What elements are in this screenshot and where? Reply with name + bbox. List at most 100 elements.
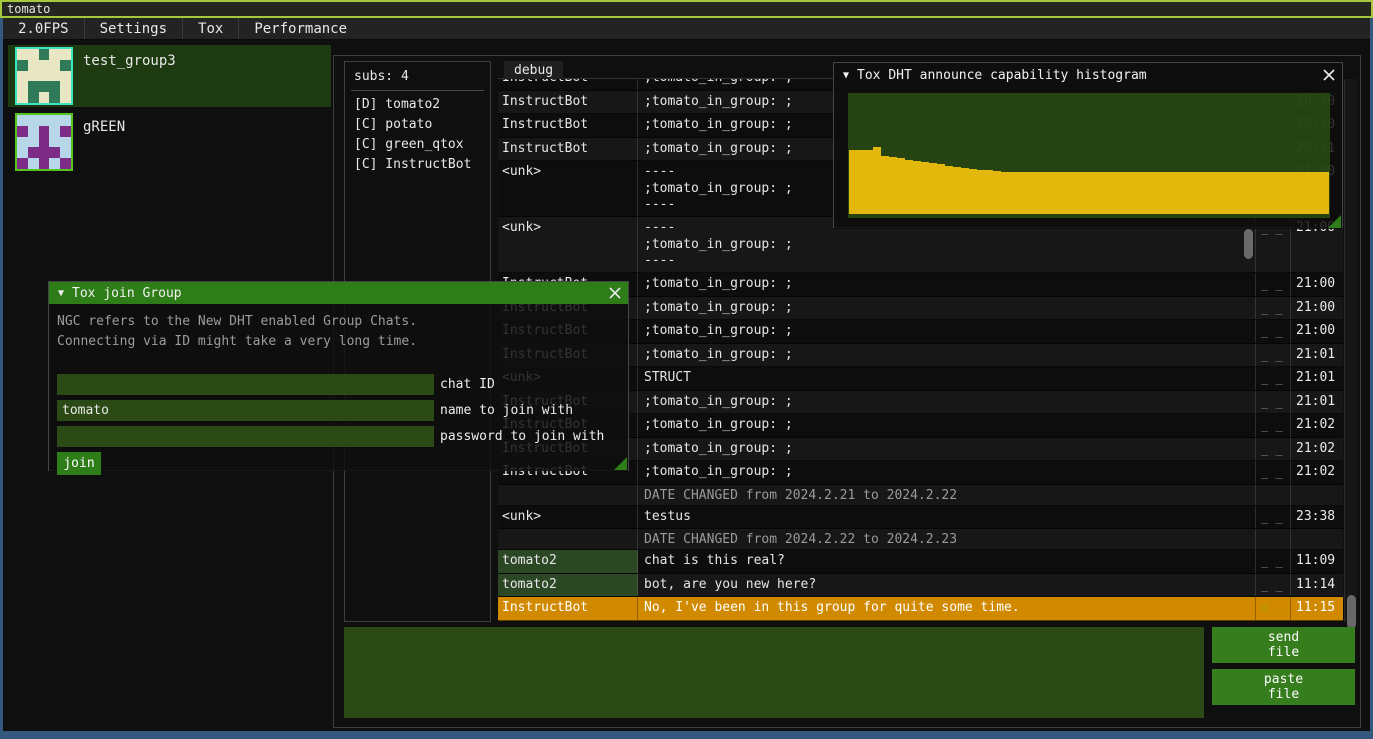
avatar-pixel <box>60 126 71 137</box>
avatar-pixel <box>17 49 28 60</box>
tab-debug[interactable]: debug <box>504 61 563 81</box>
sender-name-cell: InstructBot <box>498 79 638 90</box>
menu-item-settings[interactable]: Settings <box>84 18 182 39</box>
input-field-chat-ID[interactable] <box>57 374 434 395</box>
input-field-password-to-join-with[interactable] <box>57 426 434 447</box>
sender-name-cell: <unk> <box>498 161 638 216</box>
sender-name-cell <box>498 529 638 549</box>
message-row[interactable]: <unk>testus_ _23:38 <box>498 506 1343 530</box>
avatar-pixel <box>28 137 39 148</box>
message-scrollbar-thumb[interactable] <box>1244 229 1253 259</box>
member-item-green_qtox[interactable]: [C] green_qtox <box>345 135 490 155</box>
avatar-pixel <box>60 81 71 92</box>
timestamp-cell <box>1291 485 1343 505</box>
message-text-cell: ;tomato_in_group: ; <box>638 344 1256 367</box>
histogram-bar <box>1201 172 1209 214</box>
avatar-pixel <box>60 92 71 103</box>
menu-item-performance[interactable]: Performance <box>238 18 362 39</box>
histogram-bar <box>921 162 929 214</box>
avatar-pixel <box>28 126 39 137</box>
status-marks-cell: _ _ <box>1256 297 1291 320</box>
member-item-potato[interactable]: [C] potato <box>345 115 490 135</box>
avatar-pixel <box>28 60 39 71</box>
avatar-pixel <box>39 49 50 60</box>
histogram-bar <box>1265 172 1273 214</box>
timestamp-cell: 21:02 <box>1291 414 1343 437</box>
histogram-bar <box>865 150 873 214</box>
status-marks-cell <box>1256 529 1291 549</box>
histogram-bar <box>1089 172 1097 214</box>
histogram-bar <box>1009 172 1017 214</box>
chat-scrollbar-thumb[interactable] <box>1347 595 1356 629</box>
histogram-bar <box>1161 172 1169 214</box>
desktop: tomato 2.0FPSSettingsToxPerformance test… <box>0 0 1373 739</box>
timestamp-cell <box>1291 529 1343 549</box>
timestamp-cell: 21:02 <box>1291 438 1343 461</box>
message-row[interactable]: InstructBotNo, I've been in this group f… <box>498 597 1343 621</box>
avatar-pixel <box>17 81 28 92</box>
histogram-title: Tox DHT announce capability histogram <box>857 68 1147 83</box>
menu-item-tox[interactable]: Tox <box>182 18 238 39</box>
resize-grip[interactable] <box>1328 215 1341 228</box>
member-item-InstructBot[interactable]: [C] InstructBot <box>345 155 490 175</box>
timestamp-cell: 11:15 <box>1291 597 1343 620</box>
system-row[interactable]: DATE CHANGED from 2024.2.22 to 2024.2.23 <box>498 529 1343 550</box>
avatar-pixel <box>17 147 28 158</box>
member-item-tomato2[interactable]: [D] tomato2 <box>345 95 490 115</box>
histogram-bar <box>1081 172 1089 214</box>
window-titlebar[interactable]: tomato <box>0 0 1373 18</box>
status-marks-cell: _ _ <box>1256 506 1291 529</box>
avatar-pixel <box>39 147 50 158</box>
join-description-line1: NGC refers to the New DHT enabled Group … <box>57 312 628 332</box>
timestamp-cell: 21:00 <box>1291 297 1343 320</box>
window-title: tomato <box>7 2 50 16</box>
status-marks-cell: _ _ <box>1256 438 1291 461</box>
avatar-pixel <box>60 147 71 158</box>
resize-grip[interactable] <box>614 457 627 470</box>
message-text-cell: ;tomato_in_group: ; <box>638 391 1256 414</box>
histogram-bar <box>1281 172 1289 214</box>
message-input[interactable] <box>344 627 1204 718</box>
send-file-button[interactable]: send file <box>1212 627 1355 663</box>
chat-scrollbar-track[interactable] <box>1344 79 1357 622</box>
avatar-pixel <box>28 115 39 126</box>
histogram-body <box>834 87 1342 229</box>
histogram-bar <box>1257 172 1265 214</box>
histogram-bar <box>1177 172 1185 214</box>
collapse-arrow-icon[interactable]: ▼ <box>58 288 64 299</box>
group-item-test_group3[interactable]: test_group3 <box>8 45 331 107</box>
avatar-pixel <box>28 71 39 82</box>
message-row[interactable]: tomato2bot, are you new here?_ _11:14 <box>498 574 1343 598</box>
avatar-pixel <box>39 126 50 137</box>
collapse-arrow-icon[interactable]: ▼ <box>843 70 849 81</box>
status-marks-cell: _ _ <box>1256 461 1291 484</box>
group-avatar <box>15 113 73 171</box>
join-button[interactable]: join <box>57 452 101 475</box>
avatar-pixel <box>28 49 39 60</box>
histogram-bar <box>1017 172 1025 214</box>
avatar-pixel <box>60 60 71 71</box>
close-icon[interactable] <box>607 285 623 301</box>
message-text-cell: bot, are you new here? <box>638 574 1256 597</box>
sender-name-cell: <unk> <box>498 506 638 529</box>
sender-name-cell: InstructBot <box>498 91 638 114</box>
paste-file-button[interactable]: paste file <box>1212 669 1355 705</box>
message-text-cell: testus <box>638 506 1256 529</box>
message-text-cell: STRUCT <box>638 367 1256 390</box>
join-group-titlebar[interactable]: ▼ Tox join Group <box>49 282 628 304</box>
group-item-gREEN[interactable]: gREEN <box>8 111 331 173</box>
input-field-name-to-join-with[interactable]: tomato <box>57 400 434 421</box>
sender-name-cell: InstructBot <box>498 114 638 137</box>
histogram-bar <box>1241 172 1249 214</box>
histogram-plot <box>848 93 1330 218</box>
histogram-titlebar[interactable]: ▼ Tox DHT announce capability histogram <box>834 63 1342 87</box>
system-row[interactable]: DATE CHANGED from 2024.2.21 to 2024.2.22 <box>498 485 1343 506</box>
close-icon[interactable] <box>1321 67 1337 83</box>
histogram-bar <box>977 170 985 214</box>
histogram-bar <box>1249 172 1257 214</box>
avatar-pixel <box>49 147 60 158</box>
histogram-bar <box>1129 172 1137 214</box>
timestamp-cell: 23:38 <box>1291 506 1343 529</box>
join-group-body: NGC refers to the New DHT enabled Group … <box>49 304 628 471</box>
message-row[interactable]: tomato2chat is this real?_ _11:09 <box>498 550 1343 574</box>
